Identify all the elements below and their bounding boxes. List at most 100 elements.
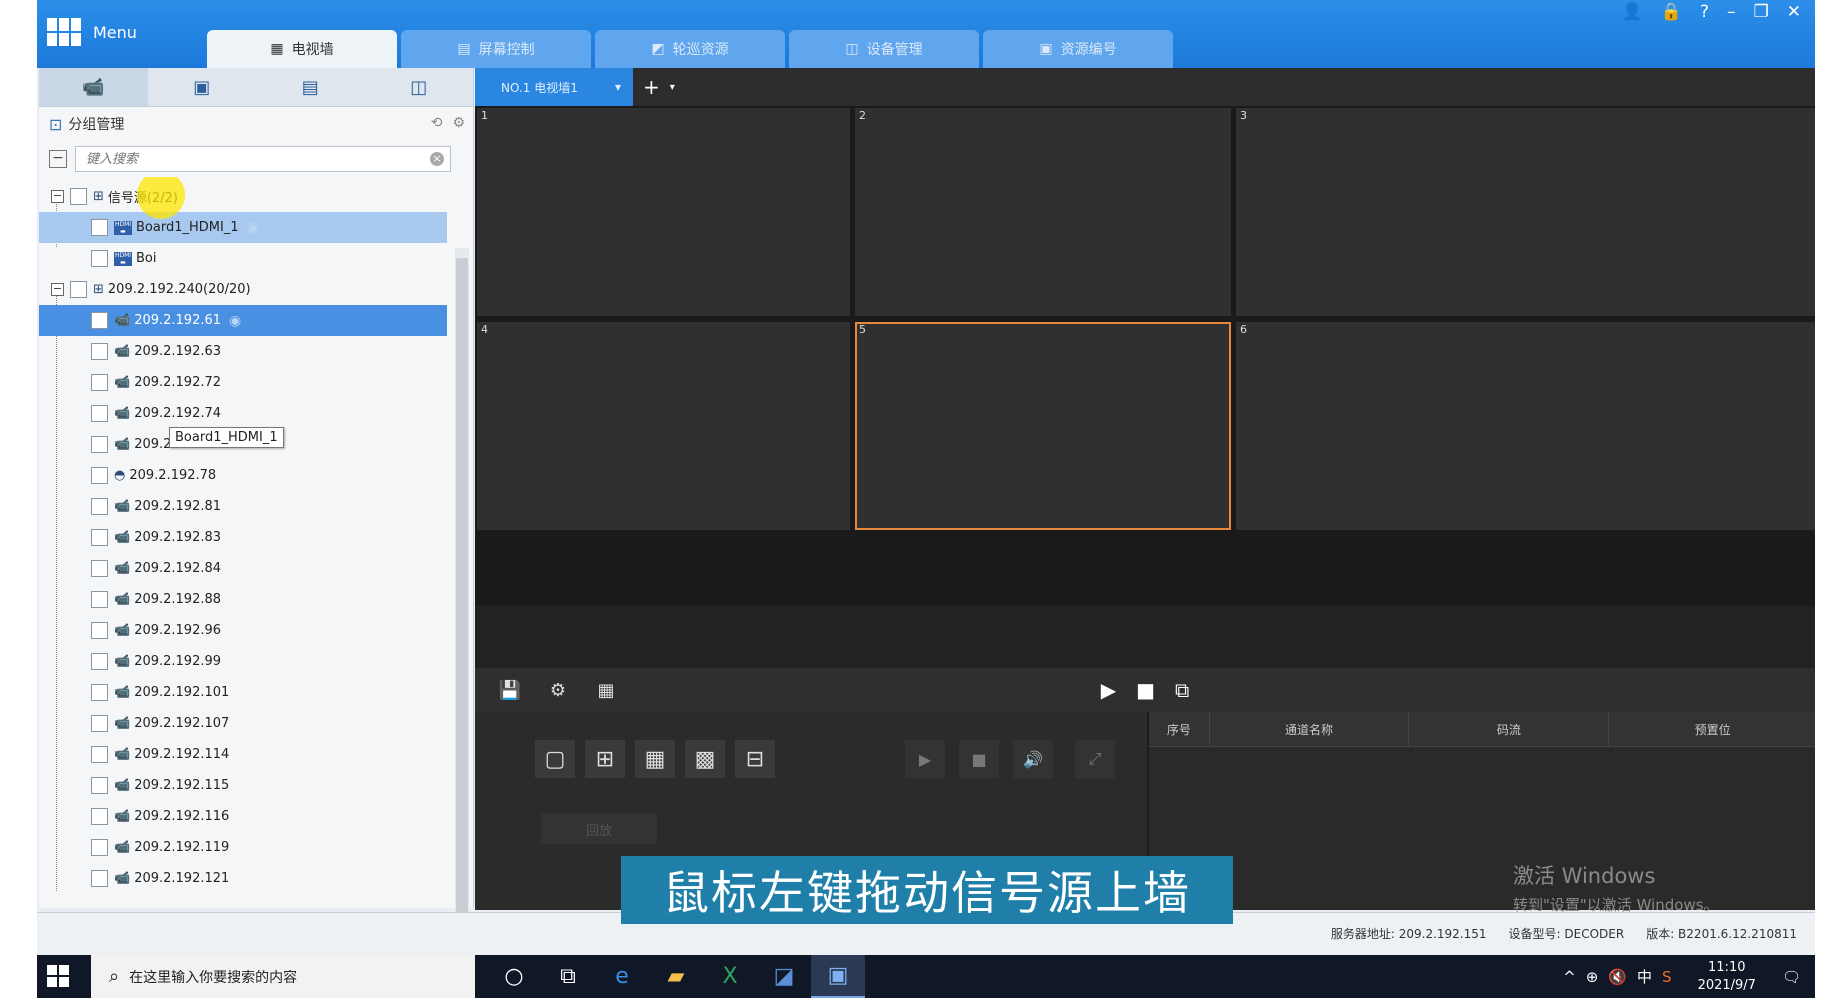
group-tab-icon[interactable]: ▣ bbox=[148, 68, 257, 106]
tab-device-manage[interactable]: ◫ 设备管理 bbox=[789, 30, 979, 68]
collapse-icon[interactable]: − bbox=[51, 283, 64, 296]
windows-start-icon[interactable] bbox=[47, 965, 69, 987]
checkbox[interactable] bbox=[91, 467, 108, 484]
monitor-tab-icon[interactable]: ▤ bbox=[256, 68, 365, 106]
tab-resource-number[interactable]: ▣ 资源编号 bbox=[983, 30, 1173, 68]
camera-tab-icon[interactable]: 📹 bbox=[39, 68, 148, 106]
wall-cell-3[interactable]: 3 bbox=[1236, 108, 1815, 316]
checkbox[interactable] bbox=[91, 591, 108, 608]
column-header[interactable]: 通道名称 bbox=[1210, 712, 1410, 746]
tab-tour-resource[interactable]: ◩ 轮巡资源 bbox=[595, 30, 785, 68]
checkbox[interactable] bbox=[91, 684, 108, 701]
minimize-icon[interactable]: – bbox=[1727, 2, 1736, 22]
checkbox[interactable] bbox=[91, 808, 108, 825]
checkbox[interactable] bbox=[91, 715, 108, 732]
notification-icon[interactable]: 🗨 bbox=[1782, 968, 1801, 986]
wall-cell-2[interactable]: 2 bbox=[855, 108, 1231, 316]
tree-scrollbar[interactable] bbox=[455, 248, 469, 955]
checkbox[interactable] bbox=[91, 777, 108, 794]
play-icon[interactable]: ▶ bbox=[905, 740, 945, 778]
chevron-up-icon[interactable]: ^ bbox=[1563, 968, 1576, 986]
lock-icon[interactable]: 🔒 bbox=[1661, 2, 1682, 22]
layout-2x2-icon[interactable]: ⊞ bbox=[585, 740, 625, 778]
layout-icon[interactable]: ▦ bbox=[593, 680, 619, 701]
layout-3x3-icon[interactable]: ▦ bbox=[635, 740, 675, 778]
checkbox[interactable] bbox=[91, 343, 108, 360]
ime-indicator[interactable]: 中 bbox=[1637, 966, 1652, 987]
clock[interactable]: 11:10 2021/9/7 bbox=[1698, 959, 1756, 995]
checkbox[interactable] bbox=[91, 622, 108, 639]
tree-item-camera[interactable]: 📹 209.2.192.96 bbox=[39, 615, 473, 646]
tree-root-signal-source[interactable]: − ⊞ 信号源(2/2) bbox=[39, 181, 473, 212]
network-icon[interactable]: ⊕ bbox=[1586, 968, 1599, 986]
checkbox[interactable] bbox=[70, 188, 87, 205]
tree-item-camera[interactable]: 📹 209.2.192.99 bbox=[39, 646, 473, 677]
menu-button[interactable]: Menu bbox=[47, 18, 137, 46]
client-app-icon[interactable]: ▣ bbox=[811, 955, 865, 998]
restore-icon[interactable]: ❐ bbox=[1754, 2, 1769, 22]
column-header[interactable]: 序号 bbox=[1149, 712, 1210, 746]
tree-item-hdmi[interactable]: HDMI ▬ Boi bbox=[39, 243, 473, 274]
wall-cell-1[interactable]: 1 bbox=[477, 108, 850, 316]
column-header[interactable]: 预置位 bbox=[1609, 712, 1815, 746]
wall-cell-6[interactable]: 6 bbox=[1236, 322, 1815, 530]
help-icon[interactable]: ? bbox=[1700, 2, 1709, 22]
scene-settings-icon[interactable]: ⚙ bbox=[545, 680, 571, 701]
sogou-icon[interactable]: S bbox=[1662, 968, 1672, 986]
single-screen-icon[interactable]: ⧉ bbox=[1175, 678, 1189, 702]
scrollbar-thumb[interactable] bbox=[456, 258, 468, 948]
tree-item-camera[interactable]: 📹 209.2.192.119 bbox=[39, 832, 473, 863]
search-input[interactable] bbox=[84, 150, 408, 168]
preview-eye-icon[interactable]: ◉ bbox=[229, 313, 241, 329]
tree-item-camera[interactable]: 📹 209.2.192.88 bbox=[39, 584, 473, 615]
settings-icon[interactable]: ⚙ bbox=[452, 115, 465, 131]
clear-search-icon[interactable]: × bbox=[430, 152, 444, 166]
user-icon[interactable]: 👤 bbox=[1622, 2, 1643, 22]
tree-item-camera[interactable]: 📹 209.2.192.114 bbox=[39, 739, 473, 770]
file-explorer-icon[interactable]: ▰ bbox=[649, 955, 703, 998]
app-icon[interactable]: ◪ bbox=[757, 955, 811, 998]
tree-root-encoder[interactable]: − ⊞ 209.2.192.240(20/20) bbox=[39, 274, 473, 305]
checkbox[interactable] bbox=[91, 870, 108, 887]
excel-icon[interactable]: X bbox=[703, 955, 757, 998]
tree-item-camera[interactable]: 📹 209.2.192.61 ◉ bbox=[39, 305, 447, 336]
dropdown-icon[interactable]: ▾ bbox=[615, 80, 621, 94]
taskbar-search[interactable]: ⌕ 在这里输入你要搜索的内容 bbox=[91, 955, 475, 998]
checkbox[interactable] bbox=[70, 281, 87, 298]
stop-icon[interactable]: ■ bbox=[959, 740, 999, 778]
tree-item-camera[interactable]: ◓ 209.2.192.78 bbox=[39, 460, 473, 491]
wall-cell-5[interactable]: 5 bbox=[855, 322, 1231, 530]
checkbox[interactable] bbox=[91, 746, 108, 763]
refresh-icon[interactable]: ⟲ bbox=[431, 115, 443, 131]
layout-1x1-icon[interactable]: ▢ bbox=[535, 740, 575, 778]
tree-item-camera[interactable]: 📹 209.2.192.107 bbox=[39, 708, 473, 739]
checkbox[interactable] bbox=[91, 653, 108, 670]
wall-tab[interactable]: NO.1 电视墙1 ▾ bbox=[475, 68, 633, 106]
edge-icon[interactable]: e bbox=[595, 955, 649, 998]
checkbox[interactable] bbox=[91, 498, 108, 515]
tree-item-camera[interactable]: 📹 209.2.192.121 bbox=[39, 863, 473, 894]
play-icon[interactable]: ▶ bbox=[1101, 678, 1116, 702]
task-view-icon[interactable]: ⧉ bbox=[541, 955, 595, 998]
tree-item-hdmi[interactable]: HDMI ▬ Board1_HDMI_1 ◉ bbox=[39, 212, 447, 243]
checkbox[interactable] bbox=[91, 374, 108, 391]
add-wall-button[interactable]: + ▾ bbox=[643, 75, 675, 99]
tree-item-camera[interactable]: 📹 209.2.192.115 bbox=[39, 770, 473, 801]
checkbox[interactable] bbox=[91, 312, 108, 329]
fullscreen-icon[interactable]: ⤢ bbox=[1075, 740, 1115, 778]
tab-tv-wall[interactable]: ▦ 电视墙 bbox=[207, 30, 397, 68]
plan-tab-icon[interactable]: ◫ bbox=[365, 68, 474, 106]
tree-item-camera[interactable]: 📹 209.2.192.81 bbox=[39, 491, 473, 522]
layout-custom-icon[interactable]: ⊟ bbox=[735, 740, 775, 778]
collapse-icon[interactable]: − bbox=[51, 190, 64, 203]
tree-item-camera[interactable]: 📹 209.2.192.116 bbox=[39, 801, 473, 832]
cortana-icon[interactable]: ○ bbox=[487, 955, 541, 998]
tree-item-camera[interactable]: 📹 209.2.192.83 bbox=[39, 522, 473, 553]
checkbox[interactable] bbox=[91, 560, 108, 577]
volume-icon[interactable]: 🔊 bbox=[1013, 740, 1053, 778]
checkbox[interactable] bbox=[91, 436, 108, 453]
tree-item-camera[interactable]: 📹 209.2.192.74 bbox=[39, 398, 473, 429]
checkbox[interactable] bbox=[91, 405, 108, 422]
close-icon[interactable]: ✕ bbox=[1787, 2, 1801, 22]
layout-4x4-icon[interactable]: ▩ bbox=[685, 740, 725, 778]
